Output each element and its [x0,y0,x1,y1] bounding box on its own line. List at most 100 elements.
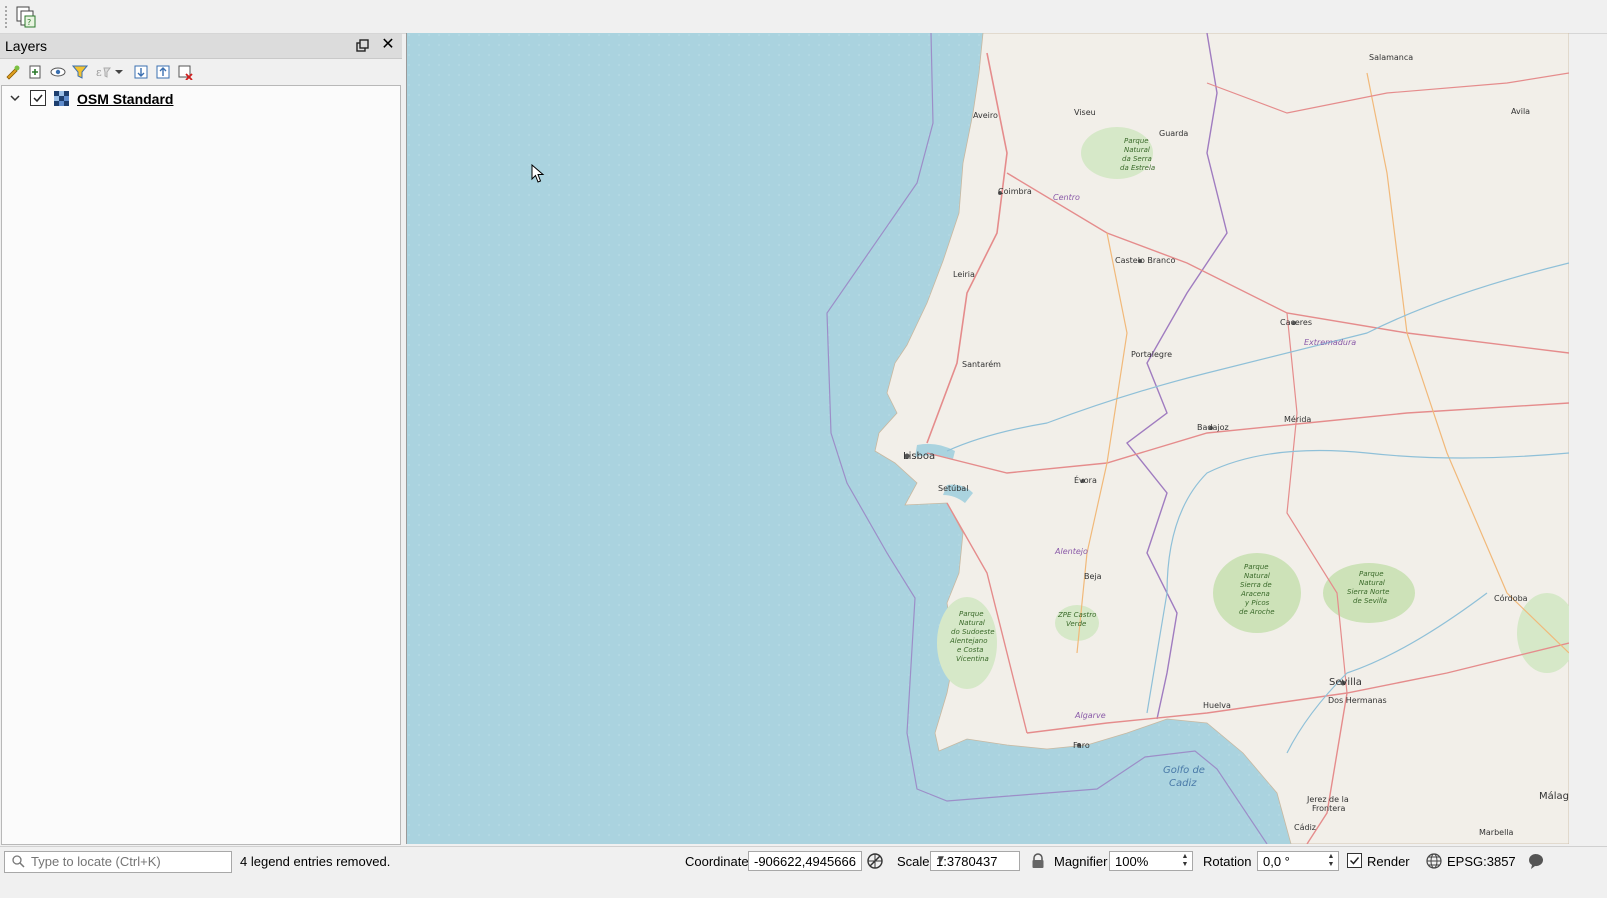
map-label: Beja [1084,572,1102,581]
map-label: Cádiz [1294,823,1316,832]
map-label: Alentejo [1055,547,1088,556]
map-label: ZPE Castro [1058,611,1097,619]
collapse-all-icon[interactable] [155,64,171,80]
map-label: Mérida [1284,415,1312,424]
render-label: Render [1367,854,1410,869]
magnifier-spinbox[interactable]: 100% ▲ ▼ [1109,851,1193,871]
map-label: Córdoba [1494,594,1528,603]
map-label: Cadiz [1169,778,1197,789]
filter-legend-icon[interactable] [72,64,88,80]
map-label: Lisboa [903,451,936,462]
layers-panel-titlebar: Layers ✕ [0,34,402,59]
map-label: Portalegre [1131,350,1173,359]
layer-name[interactable]: OSM Standard [77,91,173,107]
locator-input[interactable] [31,853,227,870]
map-label: da Serra [1122,155,1152,163]
map-label: Natural [1244,572,1270,580]
messages-icon[interactable] [1527,852,1545,870]
map-label: Aracena [1241,590,1270,598]
checkmark-icon [33,94,43,103]
map-label: y Picos [1245,599,1270,607]
status-message: 4 legend entries removed. [240,854,391,869]
map-label: Castelo Branco [1115,256,1176,265]
spin-arrows-icon[interactable]: ▲ ▼ [1325,853,1337,869]
map-label: Málaga [1539,791,1569,802]
map-label: Parque [1244,563,1269,571]
map-label: de Sevilla [1353,597,1387,605]
magnifier-value: 100% [1115,854,1149,869]
add-group-icon[interactable] [27,64,43,80]
undock-icon[interactable] [356,39,370,53]
map-label: Sierra de [1240,581,1272,589]
layer-row[interactable]: OSM Standard [2,88,400,110]
scale-label: Scale [897,854,930,869]
spin-arrows-icon[interactable]: ▲ ▼ [1179,853,1191,869]
multi-window-icon[interactable]: ? [14,5,38,29]
scale-combobox[interactable]: 1:3780437 ▼ [930,851,1020,871]
map-label: Alentejano [950,637,988,645]
chevron-down-icon[interactable] [114,64,124,80]
svg-text:ε: ε [96,66,102,79]
map-label: Natural [1359,579,1385,587]
filter-expression-icon[interactable]: ε [95,64,111,80]
map-label: Sevilla [1329,677,1362,688]
map-label: de Aroche [1239,608,1275,616]
map-canvas[interactable]: Aveiro Viseu Guarda Parque Natural da Se… [406,33,1569,844]
raster-layer-icon [54,91,69,106]
map-label: Vicentina [956,655,989,663]
crs-button[interactable]: EPSG:3857 [1447,854,1516,869]
map-label: Verde [1066,620,1087,628]
map-label: Huelva [1203,701,1231,710]
globe-icon[interactable] [1425,852,1443,870]
map-label: Caceres [1280,318,1313,327]
expand-all-icon[interactable] [133,64,149,80]
map-label: Parque [1359,570,1384,578]
remove-layer-icon[interactable] [177,64,193,80]
magnifier-label: Magnifier [1054,854,1108,869]
top-toolbar: ? [0,0,1607,34]
svg-text:?: ? [27,18,31,27]
locator-bar[interactable] [4,851,232,873]
map-label: Algarve [1075,711,1106,720]
chevron-down-icon[interactable] [8,91,22,105]
map-label: Natural [1124,146,1150,154]
layers-panel: Layers ✕ ε OSM Standard [0,34,402,845]
map-label: Aveiro [973,111,998,120]
open-layer-styling-icon[interactable] [5,64,21,80]
search-icon [12,855,25,868]
layers-panel-title: Layers [5,38,48,54]
layer-visibility-checkbox[interactable] [30,90,46,106]
map-label: Salamanca [1369,53,1414,62]
map-label: Natural [959,619,985,627]
map-label: Badajoz [1197,423,1229,432]
map-label: Guarda [1159,129,1189,138]
map-label: Leiria [953,270,975,279]
lock-icon[interactable] [1029,852,1047,870]
render-checkbox[interactable] [1347,853,1362,868]
mouse-cursor-icon [531,164,545,183]
map-label: Golfo de [1163,765,1205,776]
coordinate-value: -906622,4945666 [754,854,856,869]
map-graphics [407,33,1569,844]
status-bar: 4 legend entries removed. Coordinate -90… [0,846,1607,877]
map-label: Dos Hermanas [1328,696,1387,705]
map-label: Jerez de la [1307,795,1349,804]
rotation-label: Rotation [1203,854,1252,869]
map-label: Sierra Norte [1347,588,1390,596]
map-label: e Costa [957,646,984,654]
map-label: da Estrela [1120,164,1156,172]
rotation-spinbox[interactable]: 0,0 ° ▲ ▼ [1257,851,1339,871]
map-label: Avila [1511,107,1531,116]
toolbar-grip[interactable] [5,6,7,28]
close-icon[interactable]: ✕ [380,37,396,53]
map-label: Marbella [1479,828,1514,837]
rotation-value: 0,0 ° [1263,854,1290,869]
map-label: Setúbal [938,484,969,493]
map-label: Centro [1053,193,1080,202]
coordinate-field[interactable]: -906622,4945666 [748,851,862,871]
manage-visibility-icon[interactable] [50,64,66,80]
map-label: Coimbra [998,187,1032,196]
extents-toggle-icon[interactable] [866,852,884,870]
map-label: do Sudoeste [951,628,995,636]
map-label: Parque [959,610,984,618]
